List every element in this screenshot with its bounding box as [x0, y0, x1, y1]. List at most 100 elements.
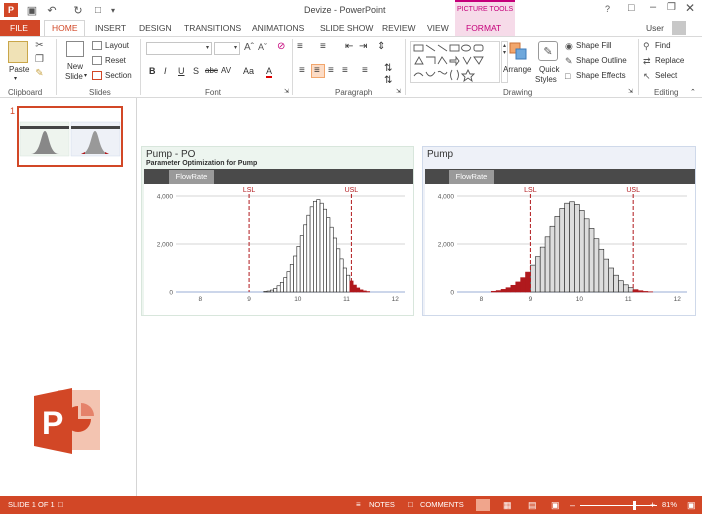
shapes-gallery-scroll[interactable]: ▴ ▾	[501, 41, 508, 83]
comments-button[interactable]: COMMENTS	[420, 500, 464, 509]
align-text-icon[interactable]: ⇅	[384, 75, 392, 86]
close-icon[interactable]: ✕	[685, 1, 695, 15]
paste-icon[interactable]	[8, 41, 28, 63]
decrease-indent-icon[interactable]: ⇤	[345, 41, 353, 52]
shape-outline-button[interactable]: Shape Outline	[576, 56, 627, 65]
grow-font-icon[interactable]: Aˆ	[244, 42, 254, 53]
customize-toolbar-icon[interactable]: ▾	[108, 4, 118, 16]
start-slideshow-icon[interactable]: □	[92, 4, 104, 16]
zoom-slider-thumb[interactable]	[633, 501, 636, 510]
redo-icon[interactable]: ↻	[72, 4, 84, 17]
new-slide-dropdown-icon[interactable]: ▾	[84, 72, 87, 79]
tab-format[interactable]: FORMAT	[466, 23, 501, 33]
tab-animations[interactable]: ANIMATIONS	[252, 23, 304, 33]
font-size-select[interactable]: ▾	[214, 42, 240, 55]
minimize-icon[interactable]: –	[650, 1, 656, 13]
arrange-icon[interactable]	[508, 41, 528, 61]
format-painter-icon[interactable]: ✎	[34, 68, 45, 79]
slide-sorter-icon[interactable]: ▦	[503, 500, 512, 511]
notes-button[interactable]: NOTES	[369, 500, 395, 509]
bullets-icon[interactable]: ≡	[297, 41, 303, 52]
arrange-button[interactable]: Arrange	[503, 65, 531, 74]
new-slide-button[interactable]: New	[67, 62, 83, 71]
slide-thumbnail[interactable]	[17, 106, 123, 167]
paste-button[interactable]: Paste	[9, 65, 29, 74]
underline-button[interactable]: U	[178, 66, 185, 76]
tab-view[interactable]: VIEW	[427, 23, 449, 33]
undo-icon[interactable]: ↶	[44, 4, 60, 17]
chart-panel-left[interactable]: Pump - PO Parameter Optimization for Pum…	[141, 146, 414, 316]
section-icon[interactable]	[92, 71, 102, 80]
tab-transitions[interactable]: TRANSITIONS	[184, 23, 241, 33]
shape-fill-button[interactable]: Shape Fill	[576, 41, 612, 50]
collapse-ribbon-icon[interactable]: ⌃	[690, 88, 696, 96]
font-color-button[interactable]: A	[266, 66, 273, 78]
clear-formatting-icon[interactable]: ⊘	[277, 41, 285, 52]
restore-icon[interactable]: ❐	[667, 2, 676, 13]
tab-design[interactable]: DESIGN	[139, 23, 172, 33]
find-button[interactable]: Find	[655, 41, 671, 50]
shape-effects-button[interactable]: Shape Effects	[576, 71, 626, 80]
replace-icon: ⇄	[643, 56, 651, 66]
reset-icon[interactable]	[92, 56, 102, 65]
character-spacing-button[interactable]: AV	[221, 66, 231, 75]
slideshow-view-icon[interactable]: ▣	[551, 500, 560, 511]
select-button[interactable]: Select	[655, 71, 677, 80]
shapes-gallery[interactable]	[410, 41, 500, 83]
user-account[interactable]: User	[646, 23, 664, 33]
tab-flowrate-left[interactable]: FlowRate	[169, 170, 214, 184]
tab-insert[interactable]: INSERT	[95, 23, 126, 33]
chart-panel-right[interactable]: Pump FlowRate 0 2,000 4,000 8 9 10 11 12 LSL USL	[422, 146, 696, 316]
powerpoint-app-icon[interactable]: P	[4, 3, 18, 17]
shrink-font-icon[interactable]: Aˇ	[258, 42, 267, 52]
slide-editing-area[interactable]: Pump - PO Parameter Optimization for Pum…	[138, 98, 702, 496]
tab-review[interactable]: REVIEW	[382, 23, 416, 33]
avatar[interactable]	[672, 21, 686, 35]
drawing-dialog-launcher-icon[interactable]: ⇲	[628, 88, 633, 95]
quick-styles-icon[interactable]: ✎	[538, 41, 558, 61]
layout-icon[interactable]	[92, 41, 102, 50]
fit-slide-icon[interactable]: ▣	[687, 500, 696, 511]
font-family-select[interactable]: ▾	[146, 42, 212, 55]
text-direction-icon[interactable]: ⇅	[384, 63, 392, 74]
tab-flowrate-right[interactable]: FlowRate	[449, 170, 494, 184]
zoom-level[interactable]: 81%	[662, 500, 677, 509]
new-slide-button-line2[interactable]: Slide	[65, 72, 83, 81]
quick-styles-button[interactable]: Quick	[539, 65, 559, 74]
reading-view-icon[interactable]: ▤	[528, 500, 537, 511]
y-tick-label: 2,000	[157, 242, 174, 249]
cut-icon[interactable]: ✂	[34, 40, 45, 51]
text-shadow-button[interactable]: S	[193, 66, 199, 76]
save-icon[interactable]: ▣	[26, 4, 38, 17]
replace-button[interactable]: Replace	[655, 56, 684, 65]
numbering-icon[interactable]: ≡	[320, 41, 326, 52]
paste-dropdown-icon[interactable]: ▾	[14, 75, 17, 82]
quick-styles-button-line2[interactable]: Styles	[535, 75, 557, 84]
reset-button[interactable]: Reset	[105, 56, 126, 65]
paragraph-dialog-launcher-icon[interactable]: ⇲	[396, 88, 401, 95]
columns-icon[interactable]: ≡	[362, 65, 368, 76]
strikethrough-button[interactable]: abc	[205, 66, 218, 75]
align-right-icon[interactable]: ≡	[328, 65, 334, 76]
zoom-in-icon[interactable]: +	[650, 500, 655, 510]
change-case-button[interactable]: Aa	[243, 66, 254, 76]
section-button[interactable]: Section	[105, 71, 132, 80]
help-icon[interactable]: ?	[605, 4, 610, 14]
layout-button[interactable]: Layout	[105, 41, 129, 50]
zoom-out-icon[interactable]: –	[570, 500, 575, 510]
copy-icon[interactable]: ❐	[34, 54, 45, 65]
tab-slide-show[interactable]: SLIDE SHOW	[320, 23, 373, 33]
language-icon[interactable]: □	[58, 500, 63, 509]
line-spacing-icon[interactable]: ⇕	[377, 41, 385, 52]
normal-view-button[interactable]	[476, 499, 490, 511]
bold-button[interactable]: B	[149, 66, 156, 76]
new-slide-icon[interactable]	[66, 41, 84, 57]
increase-indent-icon[interactable]: ⇥	[359, 41, 367, 52]
font-dialog-launcher-icon[interactable]: ⇲	[284, 88, 289, 95]
ribbon-display-options-icon[interactable]: □	[628, 2, 635, 14]
justify-icon[interactable]: ≡	[342, 65, 348, 76]
italic-button[interactable]: I	[164, 66, 167, 76]
histogram-bar	[505, 287, 512, 293]
align-left-icon[interactable]: ≡	[299, 65, 305, 76]
zoom-slider-track[interactable]	[580, 505, 657, 506]
